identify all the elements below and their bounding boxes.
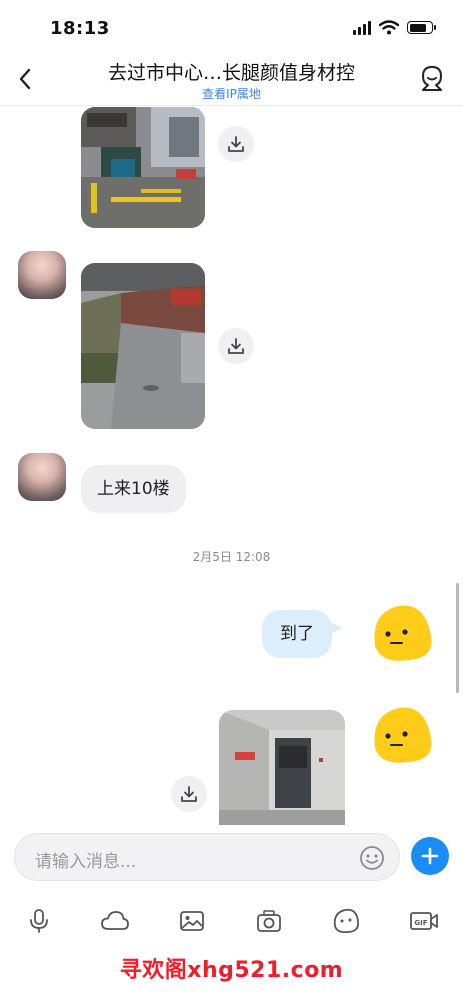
battery-icon [407,21,436,34]
download-button[interactable] [218,328,254,364]
input-toolbar: GIF [0,895,463,947]
gif-video-icon: GIF [410,912,438,930]
chat-title: 去过市中心…长腿颜值身材控 [107,62,355,84]
gif-video-button[interactable]: GIF [408,907,440,935]
emoji-icon[interactable] [359,845,385,871]
bubble-tail [330,622,342,634]
image-message-sent[interactable] [219,710,345,825]
photo-alley [81,263,205,429]
cellular-signal-icon [353,20,371,35]
download-icon [181,786,197,802]
cloud-button[interactable] [99,907,131,935]
ip-location-link[interactable]: 查看IP属地 [60,85,403,102]
image-icon [180,911,204,931]
download-icon [228,136,244,152]
camera-button[interactable] [253,907,285,935]
photo-hallway [219,710,345,825]
watermark-text: 寻欢阁xhg521.com [119,958,344,983]
user-profile-icon[interactable] [417,64,447,94]
contact-avatar[interactable] [18,251,66,299]
photo-street-gate [81,107,205,228]
message-list[interactable]: 上来10楼 2月5日 12:08 到了 [0,107,463,825]
sticker-button[interactable] [330,907,362,935]
image-message[interactable] [81,107,205,228]
status-bar: 18:13 [0,0,463,56]
wifi-icon [379,20,399,35]
message-input[interactable]: 请输入消息... [14,833,400,881]
svg-text:GIF: GIF [414,919,427,927]
sticker-icon [333,908,359,934]
microphone-button[interactable] [23,907,55,935]
chevron-left-icon[interactable] [14,64,38,94]
input-placeholder: 请输入消息... [35,852,137,872]
text-message-received[interactable]: 上来10楼 [81,465,186,513]
download-button[interactable] [171,776,207,812]
status-time: 18:13 [50,18,110,39]
status-icons [353,20,436,35]
camera-icon [257,910,281,932]
input-bar: 请输入消息... [0,825,463,891]
image-message[interactable] [81,263,205,429]
add-more-button[interactable] [411,837,449,875]
chat-scrollbar[interactable] [456,583,459,693]
image-button[interactable] [176,907,208,935]
my-avatar-emoji-icon[interactable] [369,704,435,766]
cloud-icon [101,911,129,930]
my-avatar-emoji-icon[interactable] [369,602,435,664]
download-icon [228,338,244,354]
plus-icon [421,847,439,865]
chat-header: 去过市中心…长腿颜值身材控 查看IP属地 [0,56,463,106]
download-button[interactable] [218,126,254,162]
microphone-icon [30,909,48,933]
message-timestamp: 2月5日 12:08 [192,550,271,564]
text-message-sent[interactable]: 到了 [262,610,332,658]
contact-avatar[interactable] [18,453,66,501]
